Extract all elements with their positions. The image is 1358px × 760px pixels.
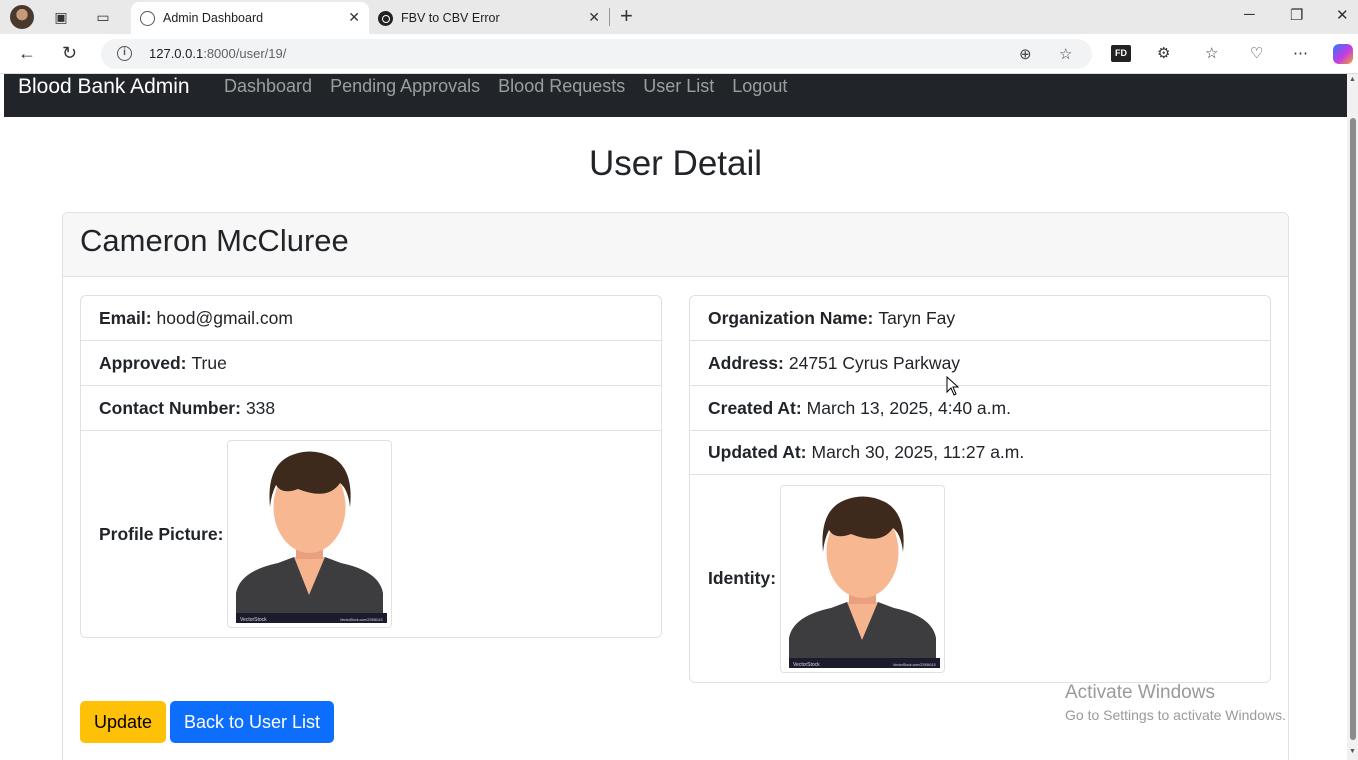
tab-title: FBV to CBV Error — [401, 11, 500, 25]
mouse-cursor-icon — [946, 376, 960, 396]
navbar-links: Dashboard Pending Approvals Blood Reques… — [224, 76, 787, 97]
url-text[interactable]: 127.0.0.1:8000/user/19/ — [149, 46, 286, 61]
tab-title: Admin Dashboard — [163, 11, 264, 25]
workspaces-icon[interactable]: ▣ — [50, 6, 72, 28]
more-menu-icon[interactable]: ⋯ — [1293, 44, 1308, 62]
copilot-icon[interactable] — [1333, 44, 1353, 64]
scrollbar-thumb[interactable] — [1350, 118, 1356, 740]
tab-separator — [609, 8, 610, 26]
close-tab-icon[interactable]: ✕ — [588, 9, 600, 26]
organization-value: Taryn Fay — [878, 307, 956, 328]
identity-image: VectorStock VectorStock.com/22956115 — [780, 484, 946, 673]
list-item-address: Address: 24751 Cyrus Parkway — [690, 341, 1270, 386]
list-item-email: Email: hood@gmail.com — [81, 296, 661, 341]
back-to-user-list-button[interactable]: Back to User List — [170, 701, 335, 743]
nav-link-blood-requests[interactable]: Blood Requests — [498, 76, 625, 97]
tab-actions-icon[interactable]: ▭ — [92, 6, 114, 28]
close-tab-icon[interactable]: ✕ — [348, 9, 360, 26]
list-item-identity: Identity: VectorStock VectorStock.com/22… — [690, 475, 1270, 682]
profile-picture-image: VectorStock VectorStock.com/22956115 — [227, 440, 393, 628]
nav-link-logout[interactable]: Logout — [732, 76, 787, 97]
zoom-icon[interactable]: ⊕ — [1019, 45, 1032, 63]
card-header: Cameron McCluree — [63, 213, 1288, 277]
list-item-contact: Contact Number: 338 — [81, 386, 661, 431]
contact-value: 338 — [245, 397, 276, 418]
image-watermark-brand: VectorStock — [240, 617, 267, 623]
right-detail-list: Organization Name: Taryn Fay Address: 2475… — [689, 295, 1271, 683]
address-value: 24751 Cyrus Parkway — [788, 352, 961, 373]
navbar-brand[interactable]: Blood Bank Admin — [18, 75, 190, 99]
email-value: hood@gmail.com — [156, 307, 293, 328]
list-item-created-at: Created At: March 13, 2025, 4:40 a.m. — [690, 386, 1270, 431]
minimize-icon[interactable]: ─ — [1244, 6, 1255, 23]
back-arrow-icon[interactable]: ← — [18, 43, 36, 64]
page-title: User Detail — [588, 144, 763, 183]
scroll-up-icon[interactable]: ▲ — [1349, 76, 1356, 83]
site-info-icon[interactable]: i — [117, 46, 132, 61]
chatgpt-icon — [378, 11, 393, 26]
list-item-organization: Organization Name: Taryn Fay — [690, 296, 1270, 341]
address-bar[interactable]: i 127.0.0.1:8000/user/19/ ⊕ ☆ — [101, 39, 1092, 69]
favorites-icon[interactable]: ☆ — [1205, 44, 1218, 62]
new-tab-button[interactable]: + — [620, 4, 633, 28]
close-window-icon[interactable]: ✕ — [1336, 6, 1349, 24]
image-watermark-ref: VectorStock.com/22956115 — [340, 618, 383, 622]
browser-tab-bar: ▣ ▭ Admin Dashboard ✕ FBV to CBV Error ✕… — [0, 0, 1358, 34]
nav-link-dashboard[interactable]: Dashboard — [224, 76, 312, 97]
page-viewport: Blood Bank Admin Dashboard Pending Appro… — [0, 74, 1347, 760]
restore-icon[interactable]: ❐ — [1290, 6, 1303, 24]
approved-value: True — [191, 352, 227, 373]
list-item-updated-at: Updated At: March 30, 2025, 11:27 a.m. — [690, 431, 1270, 475]
update-button[interactable]: Update — [80, 701, 167, 743]
nav-link-user-list[interactable]: User List — [643, 76, 714, 97]
fd-extension-icon[interactable]: FD — [1111, 45, 1131, 62]
globe-icon — [140, 11, 155, 26]
tab-admin-dashboard[interactable]: Admin Dashboard ✕ — [131, 2, 369, 34]
list-item-profile-picture: Profile Picture: VectorStock VectorStock… — [81, 431, 661, 637]
page-scrollbar[interactable]: ▲ ▼ — [1347, 74, 1358, 760]
browser-essentials-icon[interactable]: ♡ — [1250, 44, 1263, 62]
updated-at-value: March 30, 2025, 11:27 a.m. — [811, 442, 1025, 462]
browser-toolbar: ← ↻ i 127.0.0.1:8000/user/19/ ⊕ ☆ FD ⚙ ☆… — [0, 34, 1358, 74]
list-item-approved: Approved: True — [81, 341, 661, 386]
image-watermark-brand: VectorStock — [793, 662, 820, 668]
activate-windows-watermark: Activate Windows Go to Settings to activ… — [1065, 682, 1286, 723]
reload-icon[interactable]: ↻ — [62, 43, 77, 64]
image-watermark-ref: VectorStock.com/22956115 — [893, 663, 936, 667]
profile-avatar[interactable] — [10, 5, 34, 29]
created-at-value: March 13, 2025, 4:40 a.m. — [806, 397, 1011, 418]
extensions-icon[interactable]: ⚙ — [1157, 44, 1170, 62]
left-detail-list: Email: hood@gmail.com Approved: True Conta… — [80, 295, 662, 638]
user-name: Cameron McCluree — [80, 223, 349, 258]
favorite-star-icon[interactable]: ☆ — [1059, 45, 1072, 63]
scroll-down-icon[interactable]: ▼ — [1349, 748, 1356, 755]
site-navbar: Blood Bank Admin Dashboard Pending Appro… — [4, 74, 1347, 117]
tab-fbv-to-cbv[interactable]: FBV to CBV Error ✕ — [369, 2, 609, 34]
nav-link-pending-approvals[interactable]: Pending Approvals — [330, 76, 480, 97]
